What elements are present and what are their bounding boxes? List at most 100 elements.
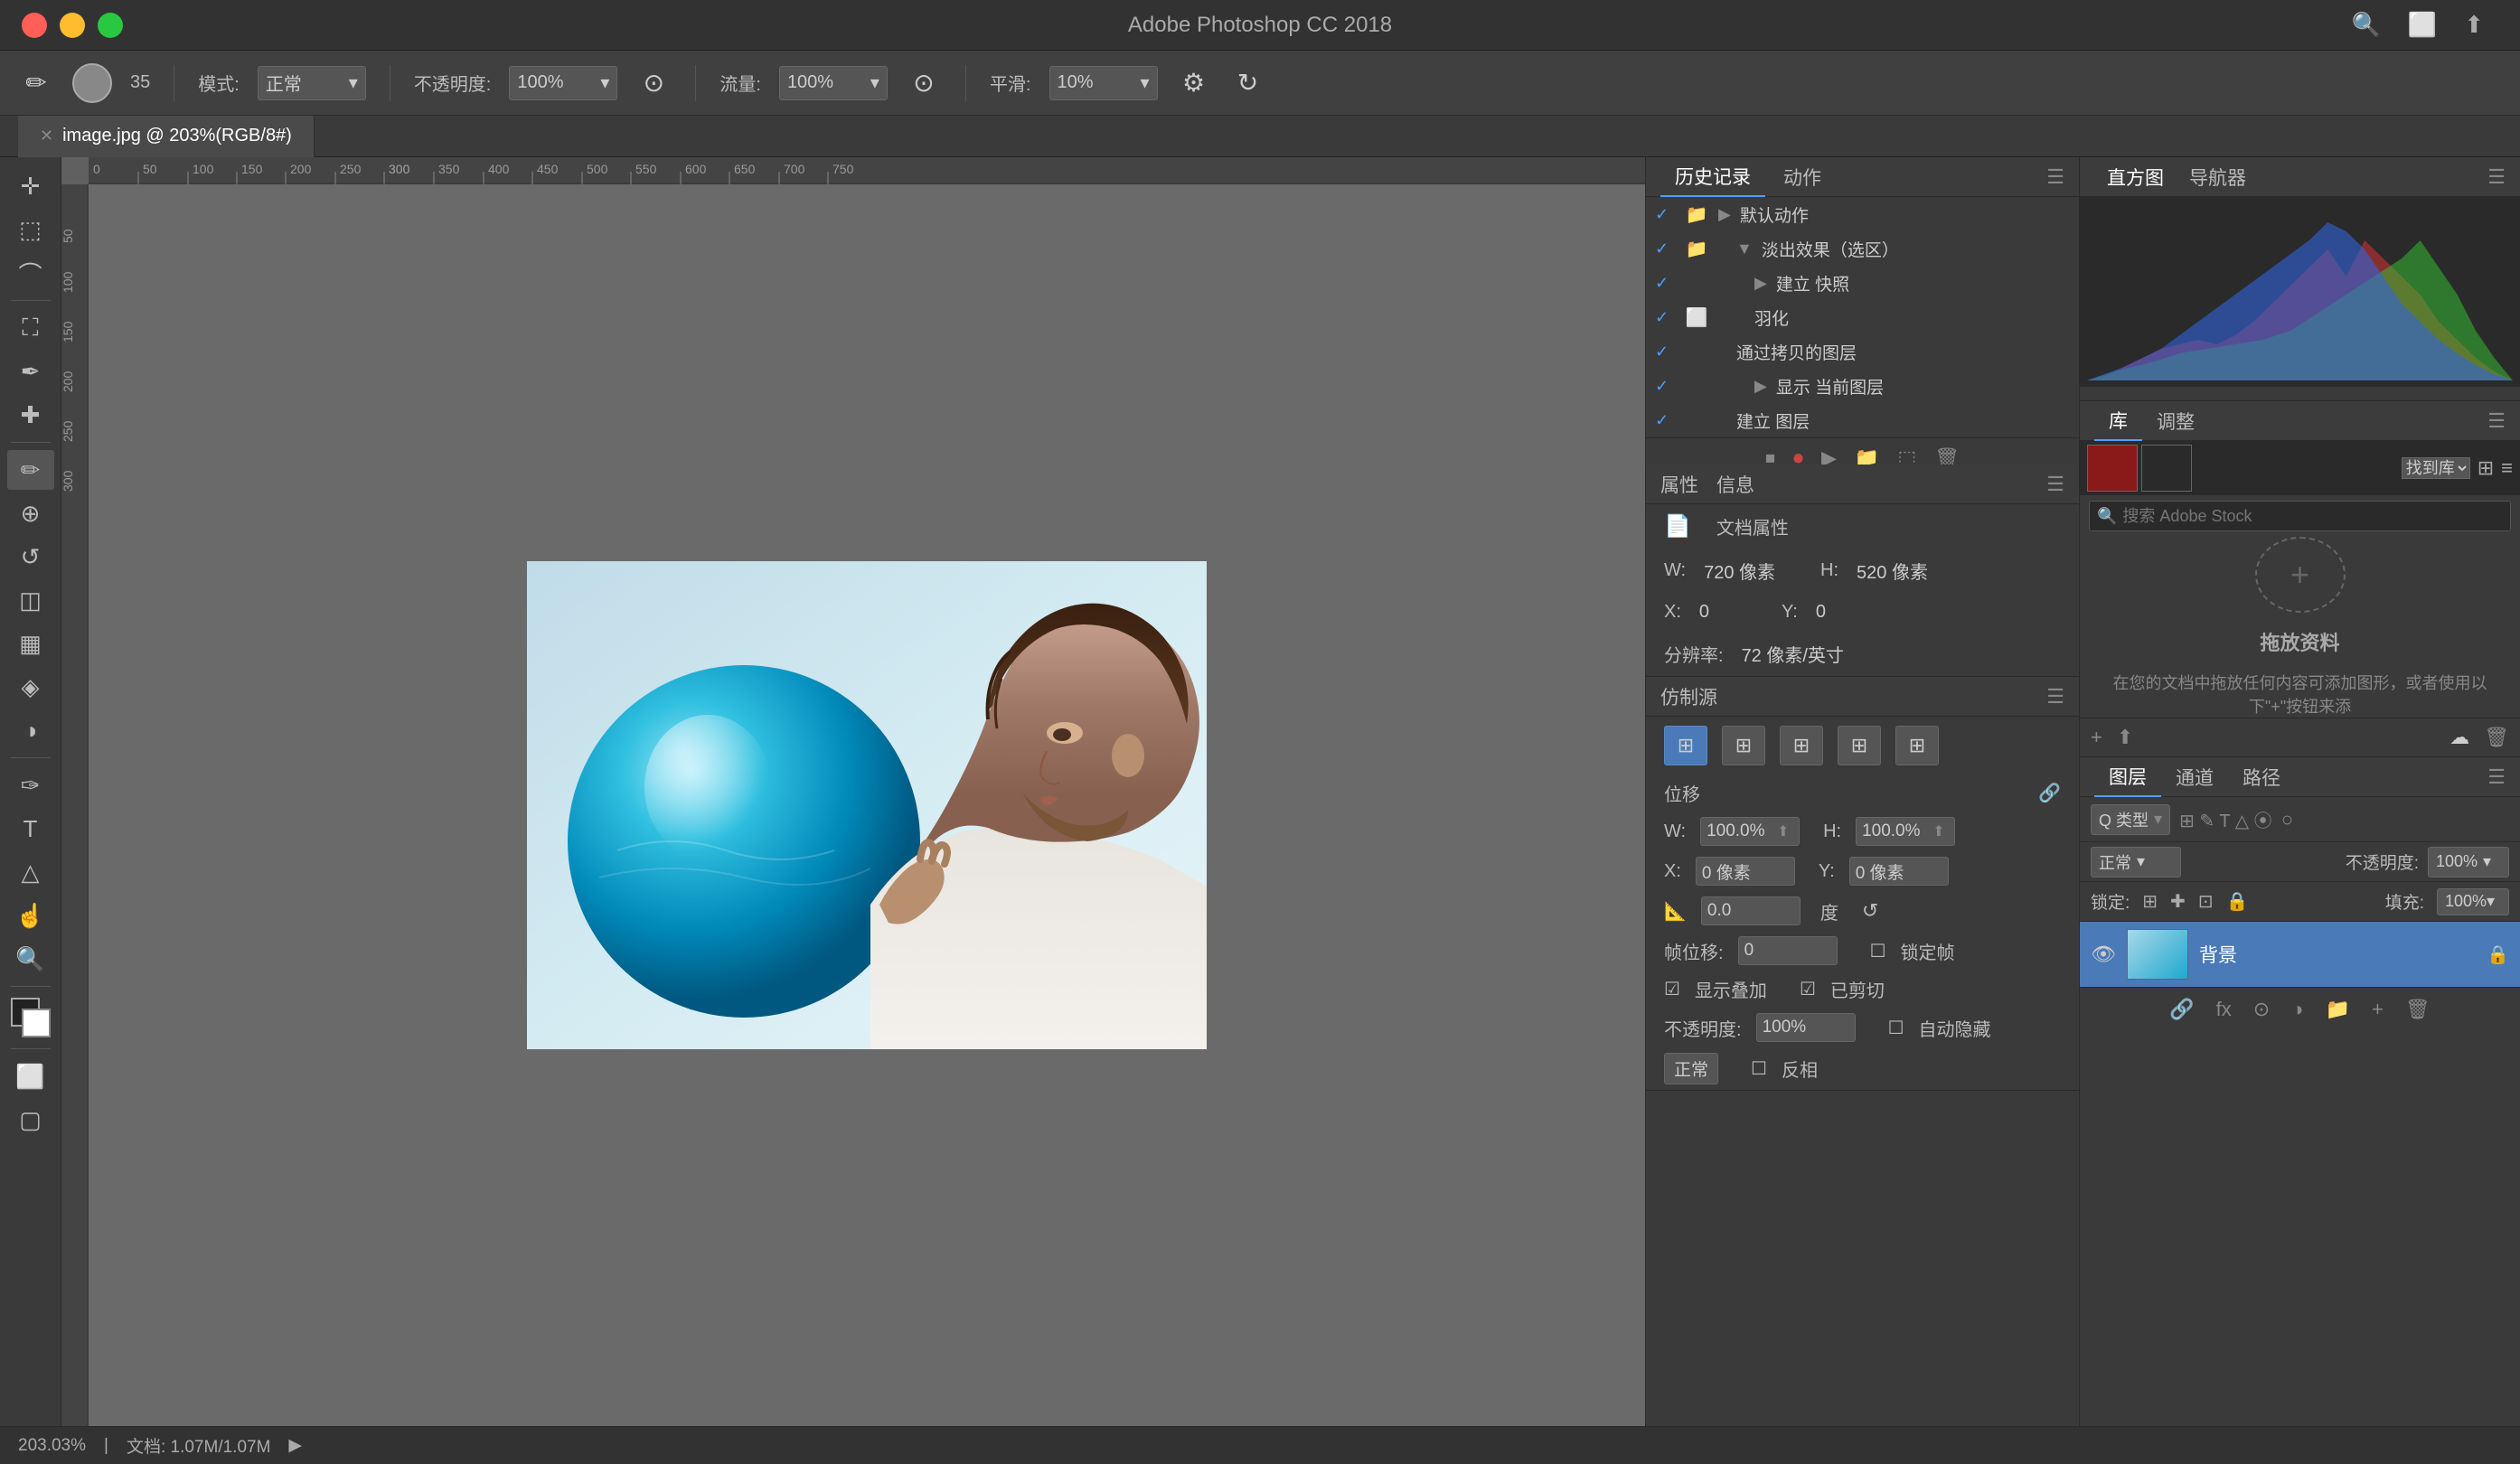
shape-tool[interactable]: △ (7, 852, 54, 892)
clone-rotation-input[interactable] (1701, 896, 1801, 925)
crop-tool[interactable]: ⛶ (7, 308, 54, 348)
history-item-5[interactable]: ✓ ▶ 显示 当前图层 (1646, 369, 2079, 403)
clone-x-field[interactable] (1697, 861, 1769, 881)
filter-toggle[interactable]: ○ (2281, 808, 2293, 831)
tab-layers[interactable]: 图层 (2094, 757, 2161, 797)
layer-mode-select[interactable]: 正常 ▾ (2091, 847, 2181, 877)
fx-icon[interactable]: fx (2216, 998, 2232, 1021)
library-menu[interactable]: ☰ (2487, 409, 2506, 433)
thumb-1[interactable] (2087, 445, 2138, 492)
move-tool[interactable]: ✛ (7, 166, 54, 206)
info-tab[interactable]: 信息 (1716, 471, 1754, 498)
clone-h-field[interactable] (1857, 821, 1929, 841)
folder-layer-icon[interactable]: 📁 (2326, 998, 2350, 1021)
auto-hide-checkbox[interactable]: ☐ (1888, 1017, 1904, 1039)
brush-tool-icon[interactable]: ✏ (18, 65, 54, 101)
invert-checkbox[interactable]: ☐ (1751, 1057, 1767, 1080)
tab-adjustments[interactable]: 调整 (2142, 402, 2209, 440)
eraser-tool[interactable]: ◫ (7, 580, 54, 620)
clone-src-5[interactable]: ⊞ (1895, 726, 1939, 765)
clone-opacity-field[interactable] (1757, 1018, 1829, 1037)
stamp-tool[interactable]: ⊕ (7, 493, 54, 533)
delete-layer-icon[interactable]: 🗑 (2405, 998, 2431, 1021)
clone-src-2[interactable]: ⊞ (1722, 726, 1765, 765)
clone-src-4[interactable]: ⊞ (1838, 726, 1881, 765)
lib-list-icon[interactable]: ≡ (2501, 456, 2513, 480)
select-tool[interactable]: ⬚ (7, 210, 54, 249)
lock-all-icon[interactable]: 🔒 (2226, 890, 2249, 913)
active-tab[interactable]: ✕ image.jpg @ 203%(RGB/8#) (18, 116, 315, 157)
lock-pixels-icon[interactable]: ⊞ (2142, 890, 2158, 913)
history-item-2[interactable]: ✓ ▶ 建立 快照 (1646, 266, 2079, 300)
color-picker[interactable] (11, 998, 51, 1037)
clone-mode-select[interactable]: 正常 (1664, 1053, 1718, 1084)
new-layer-icon[interactable]: + (2372, 998, 2384, 1021)
smooth-value[interactable]: 10% ▾ (1049, 66, 1158, 100)
flow-icon[interactable]: ⊙ (906, 65, 942, 101)
expand-1[interactable]: ▼ (1718, 239, 1753, 258)
clone-link-icon[interactable]: 🔗 (2038, 782, 2061, 804)
mode-select[interactable]: 正常 ▾ (258, 66, 366, 100)
lock-artboard-icon[interactable]: ⊡ (2198, 890, 2214, 913)
history-item-3[interactable]: ✓ ⬜ 羽化 (1646, 300, 2079, 334)
search-input[interactable] (2122, 507, 2503, 526)
gradient-tool[interactable]: ▦ (7, 624, 54, 663)
clone-src-1[interactable]: ⊞ (1664, 726, 1707, 765)
tab-histogram[interactable]: 直方图 (2094, 158, 2177, 196)
plus-icon[interactable]: + (2290, 556, 2309, 594)
minimize-button[interactable] (60, 13, 85, 38)
lib-grid-icon[interactable]: ⊞ (2478, 456, 2494, 480)
close-button[interactable] (22, 13, 47, 38)
expand-0[interactable]: ▶ (1718, 205, 1731, 224)
expand-5[interactable]: ▶ (1718, 377, 1767, 396)
lock-pos-icon[interactable]: ✚ (2170, 890, 2186, 913)
history-menu-icon[interactable]: ☰ (2046, 165, 2064, 189)
history-item-4[interactable]: ✓ 通过拷贝的图层 (1646, 334, 2079, 369)
lib-style-select[interactable]: 找到库 (2402, 457, 2470, 479)
hand-tool[interactable]: ☝ (7, 896, 54, 935)
lib-select[interactable]: 找到库 (2402, 457, 2470, 479)
clipped-checkbox[interactable]: ☑ (1800, 978, 1816, 1000)
link-layers-icon[interactable]: 🔗 (2169, 998, 2194, 1021)
type-filter[interactable]: Q 类型 ▾ (2091, 804, 2170, 835)
pen-tool[interactable]: ✑ (7, 765, 54, 805)
clone-opacity-input[interactable] (1756, 1013, 1856, 1042)
zoom-tool[interactable]: 🔍 (7, 939, 54, 979)
dodge-tool[interactable]: ◑ (7, 710, 54, 750)
window-icon[interactable]: ⬜ (2408, 11, 2437, 39)
clone-menu[interactable]: ☰ (2046, 685, 2064, 709)
histogram-menu[interactable]: ☰ (2487, 165, 2506, 189)
clone-y-field[interactable] (1850, 861, 1923, 881)
quick-mask-tool[interactable]: ⬜ (7, 1056, 54, 1096)
tab-paths[interactable]: 路径 (2228, 758, 2295, 796)
properties-menu[interactable]: ☰ (2046, 473, 2064, 496)
delete-lib-icon[interactable]: 🗑 (2484, 726, 2509, 749)
canvas-content[interactable] (89, 184, 1645, 1426)
cloud-icon[interactable]: ☁ (2449, 726, 2469, 749)
blur-tool[interactable]: ◈ (7, 667, 54, 707)
opacity-icon[interactable]: ⊙ (635, 65, 672, 101)
clone-frame-field[interactable] (1739, 941, 1811, 961)
clone-w-field[interactable] (1701, 821, 1773, 841)
opacity-value[interactable]: 100% ▾ (509, 66, 617, 100)
background-color[interactable] (22, 1009, 51, 1037)
expand-2[interactable]: ▶ (1718, 274, 1767, 293)
layer-opacity-input[interactable]: 100% ▾ (2428, 847, 2509, 877)
lasso-tool[interactable]: ⌒ (7, 253, 54, 293)
tab-close-icon[interactable]: ✕ (40, 127, 53, 145)
clone-w-input[interactable]: ⬆ (1700, 817, 1800, 846)
properties-tab[interactable]: 属性 (1660, 471, 1698, 498)
adjustment-icon[interactable]: ◑ (2291, 998, 2303, 1021)
angle-icon[interactable]: ↻ (1230, 65, 1266, 101)
eyedropper-tool[interactable]: ✒ (7, 352, 54, 391)
history-brush-tool[interactable]: ↺ (7, 537, 54, 577)
lock-frame-checkbox[interactable]: ☐ (1870, 940, 1886, 962)
type-tool[interactable]: T (7, 809, 54, 849)
healing-tool[interactable]: ✚ (7, 395, 54, 435)
thumb-2[interactable] (2141, 445, 2192, 492)
clone-src-3[interactable]: ⊞ (1780, 726, 1823, 765)
history-item-1[interactable]: ✓ 📁 ▼ 淡出效果（选区） (1646, 231, 2079, 266)
rotation-reset[interactable]: ↺ (1862, 899, 1878, 923)
tab-actions[interactable]: 动作 (1769, 158, 1836, 196)
history-item-0[interactable]: ✓ 📁 ▶ 默认动作 (1646, 197, 2079, 231)
